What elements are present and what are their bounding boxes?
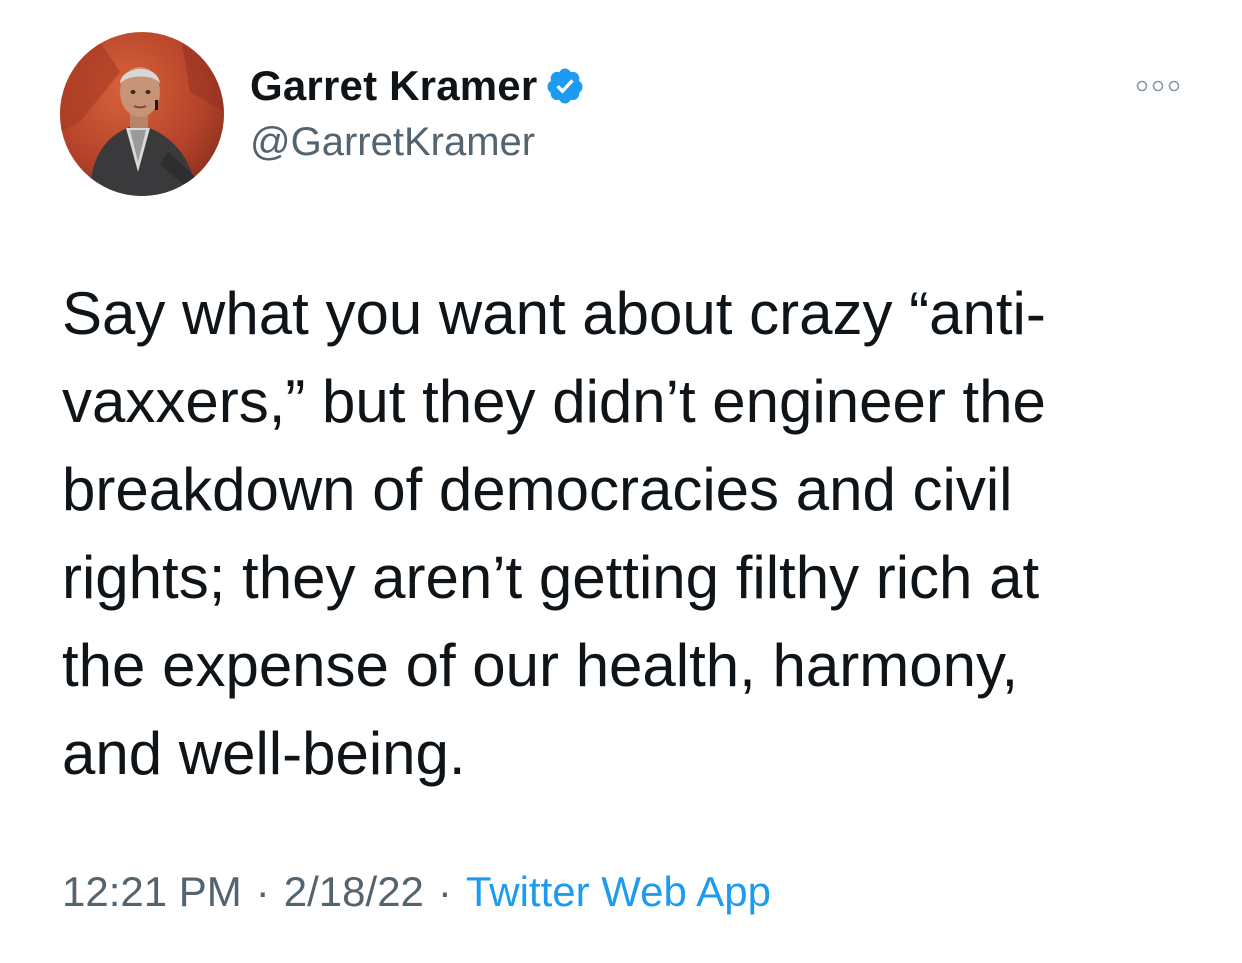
meta-separator: · (437, 868, 452, 915)
more-options-button[interactable] (1128, 66, 1188, 106)
tweet-card: Garret Kramer @GarretKramer Say what you… (0, 0, 1242, 963)
more-horizontal-icon (1136, 80, 1180, 92)
avatar[interactable] (60, 32, 224, 196)
tweet-time[interactable]: 12:21 PM (62, 868, 242, 915)
display-name[interactable]: Garret Kramer (250, 62, 537, 110)
author-handle[interactable]: @GarretKramer (250, 120, 535, 165)
tweet-date[interactable]: 2/18/22 (284, 868, 424, 915)
tweet-text: Say what you want about crazy “anti- vax… (62, 280, 1046, 787)
meta-separator: · (255, 868, 270, 915)
tweet-source-link[interactable]: Twitter Web App (466, 868, 771, 915)
profile-photo (60, 32, 224, 196)
verified-badge-icon (545, 66, 585, 106)
tweet-meta: 12:21 PM · 2/18/22 · Twitter Web App (62, 868, 771, 916)
author-name-row: Garret Kramer (250, 60, 585, 112)
